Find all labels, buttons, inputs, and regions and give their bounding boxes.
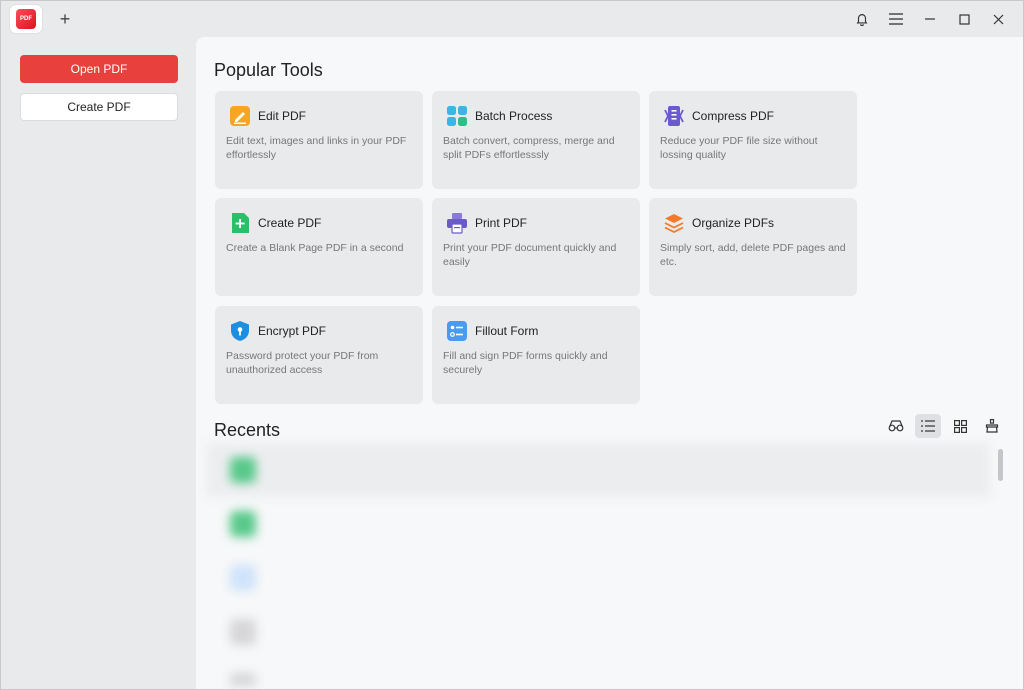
view-mode-toolbar: [883, 414, 1005, 438]
shield-icon: [231, 321, 249, 341]
glasses-icon: [888, 420, 904, 432]
edit-pdf-icon: [230, 106, 250, 126]
close-icon: [993, 14, 1003, 24]
tool-name: Organize PDFs: [692, 216, 775, 230]
tool-name: Create PDF: [258, 216, 322, 230]
tool-description: Password protect your PDF from unauthori…: [226, 350, 379, 376]
grid-view-button[interactable]: [947, 414, 973, 438]
tool-name: Encrypt PDF: [258, 324, 327, 338]
app-window: PDF + Open PDF Create PDF Popular Tools …: [0, 0, 1024, 690]
close-button[interactable]: [981, 5, 1015, 33]
app-logo-mark: PDF: [16, 9, 36, 29]
batch-process-icon: [447, 106, 467, 126]
menu-button[interactable]: [879, 5, 913, 33]
clear-history-button[interactable]: [979, 414, 1005, 438]
printer-icon: [447, 213, 467, 234]
tool-card-compress-pdf[interactable]: Compress PDF Reduce your PDF file size w…: [649, 91, 857, 189]
recent-file-row[interactable]: [206, 605, 990, 659]
list-icon: [921, 420, 935, 432]
minimize-button[interactable]: [913, 5, 947, 33]
tool-description: Create a Blank Page PDF in a second: [226, 242, 404, 254]
tool-description: Simply sort, add, delete PDF pages and e…: [660, 242, 846, 268]
hamburger-icon: [889, 13, 903, 25]
open-pdf-button[interactable]: Open PDF: [20, 55, 178, 83]
tool-name: Compress PDF: [692, 109, 775, 123]
tool-name: Batch Process: [475, 109, 553, 123]
file-icon: [230, 457, 256, 483]
tool-card-print-pdf[interactable]: Print PDF Print your PDF document quickl…: [432, 198, 640, 296]
app-logo[interactable]: PDF: [10, 5, 42, 33]
form-icon: [447, 321, 467, 341]
filter-view-button[interactable]: [883, 414, 909, 438]
file-icon: [230, 565, 256, 591]
list-view-button[interactable]: [915, 414, 941, 438]
maximize-icon: [958, 13, 970, 25]
new-tab-button[interactable]: +: [53, 7, 77, 31]
file-icon: [230, 511, 256, 537]
bell-icon: [856, 14, 868, 26]
recents-list: [206, 443, 990, 686]
file-icon: [230, 619, 256, 645]
tool-name: Print PDF: [475, 216, 528, 230]
recent-file-row[interactable]: [206, 551, 990, 605]
tool-card-create-pdf[interactable]: Create PDF Create a Blank Page PDF in a …: [215, 198, 423, 296]
tool-description: Batch convert, compress, merge and split…: [443, 135, 615, 161]
maximize-button[interactable]: [947, 5, 981, 33]
plus-icon: +: [59, 8, 71, 29]
recent-file-row[interactable]: [206, 497, 990, 551]
tool-description: Print your PDF document quickly and easi…: [443, 242, 617, 268]
recents-title: Recents: [214, 420, 281, 440]
minimize-icon: [925, 18, 935, 20]
tool-card-fillout-form[interactable]: Fillout Form Fill and sign PDF forms qui…: [432, 306, 640, 404]
sidebar: Open PDF Create PDF: [1, 37, 195, 689]
compress-pdf-icon: [664, 106, 684, 126]
create-pdf-icon: [232, 213, 249, 233]
recent-file-row[interactable]: [206, 659, 990, 686]
main-panel: Popular Tools Edit PDF Edit text, images…: [196, 37, 1023, 689]
notifications-button[interactable]: [845, 5, 879, 33]
window-controls: [845, 5, 1015, 33]
grid-icon: [953, 419, 967, 433]
recent-file-row[interactable]: [206, 443, 990, 497]
recents-scrollbar[interactable]: [998, 449, 1003, 481]
layers-icon: [664, 214, 684, 234]
tool-card-batch-process[interactable]: Batch Process Batch convert, compress, m…: [432, 91, 640, 189]
broom-icon: [985, 419, 999, 433]
tool-name: Edit PDF: [258, 109, 307, 123]
popular-tools-title: Popular Tools: [214, 60, 323, 80]
create-pdf-button[interactable]: Create PDF: [20, 93, 178, 121]
tool-card-edit-pdf[interactable]: Edit PDF Edit text, images and links in …: [215, 91, 423, 189]
tool-description: Reduce your PDF file size without lossin…: [660, 135, 818, 161]
file-icon: [230, 673, 256, 686]
tool-description: Edit text, images and links in your PDF …: [226, 135, 407, 161]
title-bar: PDF +: [1, 1, 1023, 37]
tool-description: Fill and sign PDF forms quickly and secu…: [443, 350, 608, 376]
tool-card-encrypt-pdf[interactable]: Encrypt PDF Password protect your PDF fr…: [215, 306, 423, 404]
tool-card-organize-pdfs[interactable]: Organize PDFs Simply sort, add, delete P…: [649, 198, 857, 296]
tool-name: Fillout Form: [475, 324, 539, 338]
